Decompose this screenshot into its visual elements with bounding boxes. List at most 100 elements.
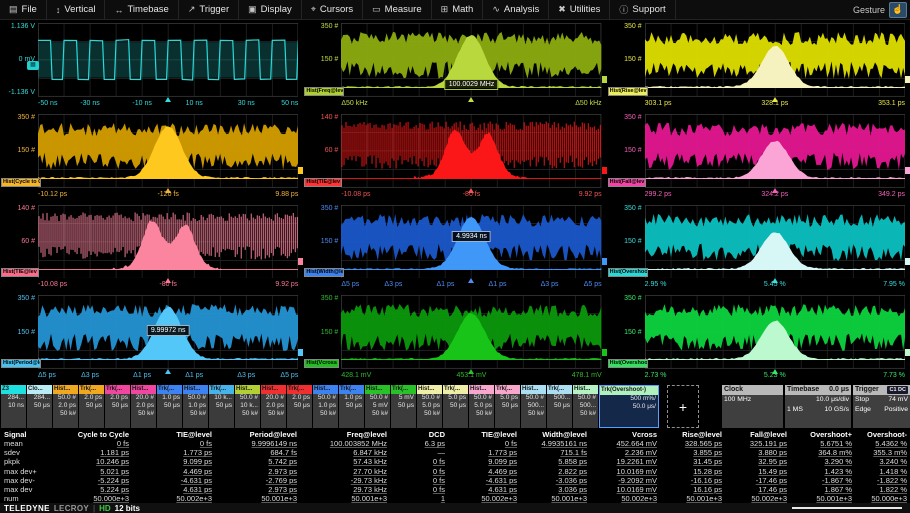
- display-icon: ▣: [248, 4, 257, 15]
- trace-label[interactable]: Hist(Cycle to C: [1, 178, 41, 187]
- descriptor-title: Trk(...: [391, 385, 416, 394]
- gesture-hand-icon[interactable]: ☝: [889, 2, 907, 18]
- panel-hist-tie-red[interactable]: 140 #60 #-20 #-10.08 ps-80 fs9.92 psHist…: [303, 111, 606, 202]
- trigger-title: Trigger: [855, 385, 879, 395]
- trace-label[interactable]: Hist(Width@le: [304, 268, 344, 277]
- trigger-position-caret: [165, 97, 171, 102]
- trace-label[interactable]: Hist(Overshoot: [608, 268, 648, 277]
- descriptor-vscale: 500 m%/: [600, 395, 658, 403]
- descriptor-box[interactable]: Trk(...2.0 ps50 μs: [105, 385, 130, 428]
- menu-trigger[interactable]: ↗Trigger: [179, 0, 239, 19]
- trace-label[interactable]: Hist(TIE@lev: [304, 178, 342, 187]
- descriptor-title: Trk(...: [443, 385, 468, 394]
- descriptor-value: 5 mV: [365, 402, 390, 410]
- gesture-control[interactable]: Gesture ☝: [853, 2, 910, 18]
- trigger-level: 74 mV: [888, 395, 908, 405]
- trigger-position-caret: [772, 97, 778, 102]
- descriptor-box[interactable]: Trk(...5 mV50 μs: [391, 385, 416, 428]
- descriptor-row: Z3284...10 nsClo...284...50 μsHist...50.…: [0, 383, 910, 430]
- add-trace-button[interactable]: +: [667, 385, 699, 428]
- descriptor-box[interactable]: Trk(...1.0 ps50 μs: [157, 385, 182, 428]
- descriptor-box[interactable]: Trk(...1.0 ps50 μs: [339, 385, 364, 428]
- descriptor-box[interactable]: Trk(...5.0 ps50 μs: [495, 385, 520, 428]
- panel-hist-rise-at-level[interactable]: 350 #150 #-50 #303.1 ps328.1 ps353.1 psH…: [607, 20, 910, 111]
- descriptor-box[interactable]: Trk(...500...50 μs: [547, 385, 572, 428]
- trace-label[interactable]: Hist(TIE@lev: [1, 268, 39, 277]
- trace-label[interactable]: Hist(Freq@lev: [304, 87, 344, 96]
- panel-hist-fall-at-level[interactable]: 350 #150 #-50 #299.2 ps324.2 ps349.2 psH…: [607, 111, 910, 202]
- descriptor-box[interactable]: Hist...20.0 #2.0 ps50 k#: [131, 385, 156, 428]
- descriptor-box[interactable]: Hist...50.0 #5 mV50 k#: [365, 385, 390, 428]
- menu-file[interactable]: ▤File: [0, 0, 47, 19]
- trigger-box[interactable]: Trigger C1 DC Stop 74 mV Edge Positive: [853, 385, 910, 428]
- timebase-box[interactable]: Timebase 0.0 μs 10.0 μs/div 1 MS 10 GS/s: [785, 385, 851, 428]
- descriptor-trk-overshoot-neg[interactable]: Trk(Overshoot-) 500 m%/ 50.0 μs/: [599, 385, 659, 428]
- y-tick: 150 #: [0, 147, 35, 154]
- descriptor-title: Trk(...: [495, 385, 520, 394]
- table-cell: 6.847 kHz: [300, 448, 390, 457]
- trace-label[interactable]: Hist(Period@le: [1, 359, 41, 368]
- panel-hist-overshoot-pos-cyan[interactable]: 350 #150 #-50 #2.95 %5.45 %7.95 %Hist(Ov…: [607, 202, 910, 293]
- descriptor-box[interactable]: Hist...50.0 #1.0 ps50 k#: [313, 385, 338, 428]
- y-tick: 350 #: [607, 23, 642, 30]
- level-marker: [905, 258, 910, 265]
- x-tick: -10.12 ps: [38, 191, 67, 198]
- plot-area: [645, 114, 905, 188]
- menu-display[interactable]: ▣Display: [239, 0, 302, 19]
- descriptor-box[interactable]: Trk(...2.0 ps50 μs: [287, 385, 312, 428]
- trigger-position-caret: [772, 188, 778, 193]
- trace-label[interactable]: Hist(Overshoot-: [608, 359, 648, 368]
- panel-hist-width-at-level[interactable]: 350 #150 #-50 #4.9934 nsΔ5 psΔ3 psΔ1 psΔ…: [303, 202, 606, 293]
- panel-hist-cycle-to-cycle[interactable]: 350 #150 #-50 #-10.12 ps-120 fs9.88 psHi…: [0, 111, 303, 202]
- descriptor-box[interactable]: Hist...50.0 #500...50 k#: [521, 385, 546, 428]
- menu-cursors[interactable]: ⌖Cursors: [302, 0, 363, 19]
- menu-support[interactable]: ⓘSupport: [610, 0, 675, 19]
- row-label: mean: [0, 439, 52, 448]
- menu-math[interactable]: ⊞Math: [432, 0, 484, 19]
- descriptor-box[interactable]: Trk(...10 k...50 μs: [209, 385, 234, 428]
- descriptor-box[interactable]: Hist...50.0 #10 k...50 k#: [235, 385, 260, 428]
- timebase-scale: 10.0 μs/div: [816, 395, 849, 405]
- menu-analysis[interactable]: ∿Analysis: [483, 0, 549, 19]
- descriptor-value: 2.0 ps: [53, 402, 78, 410]
- trigger-position-caret: [468, 97, 474, 102]
- descriptor-box[interactable]: Hist...50.0 #5.0 ps50 k#: [469, 385, 494, 428]
- panel-hist-freq-at-level[interactable]: 350 #150 #-50 #100.0029 MHzΔ50 kHzΔ50 kH…: [303, 20, 606, 111]
- descriptor-box[interactable]: Hist...50.0 #2.0 ps50 k#: [53, 385, 78, 428]
- table-cell: —: [390, 448, 448, 457]
- descriptor-box[interactable]: Trk(...2.0 ps50 μs: [79, 385, 104, 428]
- descriptor-box[interactable]: Z3284...10 ns: [1, 385, 26, 428]
- clock-box[interactable]: Clock 100 MHz: [722, 385, 783, 428]
- descriptor-box[interactable]: Hist...50.0 #5.0 ps50 k#: [417, 385, 442, 428]
- panel-hist-overshoot-neg[interactable]: 350 #150 #-50 #2.73 %5.23 %7.73 %Hist(Ov…: [607, 292, 910, 383]
- menu-measure[interactable]: ▭Measure: [363, 0, 431, 19]
- descriptor-box[interactable]: Trk(...5.0 ps50 μs: [443, 385, 468, 428]
- trace-label[interactable]: Hist(Rise@lev: [608, 87, 648, 96]
- plot-area: [38, 23, 298, 97]
- descriptor-box[interactable]: Hist...20.0 #2.0 ps50 k#: [261, 385, 286, 428]
- timebase-sample-rate: 10 GS/s: [824, 405, 849, 415]
- panel-zoom-trace-z3[interactable]: 1.136 V0 mV-1.136 V-50 ns-30 ns-10 ns10 …: [0, 20, 303, 111]
- descriptor-box[interactable]: Clo...284...50 μs: [27, 385, 52, 428]
- table-cell: 50.001e+3: [660, 494, 725, 503]
- panel-hist-period-at-level[interactable]: 350 #150 #-50 #9.99972 nsΔ5 psΔ3 psΔ1 ps…: [0, 292, 303, 383]
- column-header: Width@level: [520, 430, 590, 439]
- x-tick: Δ3 ps: [541, 281, 559, 288]
- panel-hist-vcross[interactable]: 350 #150 #-50 #428.1 mV453.1 mV478.1 mVH…: [303, 292, 606, 383]
- menu-vertical[interactable]: ↕Vertical: [47, 0, 106, 19]
- footer-divider: [792, 507, 902, 509]
- trace-label[interactable]: Hist(Fall@lev: [608, 178, 647, 187]
- menu-utilities[interactable]: ✖Utilities: [549, 0, 610, 19]
- descriptor-value: 50 k#: [417, 410, 442, 418]
- table-cell: 50.001e+3: [300, 494, 390, 503]
- x-tick: 428.1 mV: [341, 372, 371, 379]
- descriptor-box[interactable]: Hist...50.0 #1.0 ps50 k#: [183, 385, 208, 428]
- descriptor-title: Hist...: [313, 385, 338, 394]
- trace-label[interactable]: Hist(Vcross: [304, 359, 339, 368]
- panel-hist-tie-pink[interactable]: 140 #60 #-20 #-10.08 ps-80 fs9.92 psHist…: [0, 202, 303, 293]
- analysis-icon: ∿: [492, 4, 500, 15]
- menu-timebase[interactable]: ↔Timebase: [105, 0, 178, 19]
- descriptor-box[interactable]: Hist...50.0 #500...50 k#: [573, 385, 598, 428]
- y-tick: 350 #: [303, 23, 338, 30]
- y-tick: 350 #: [303, 295, 338, 302]
